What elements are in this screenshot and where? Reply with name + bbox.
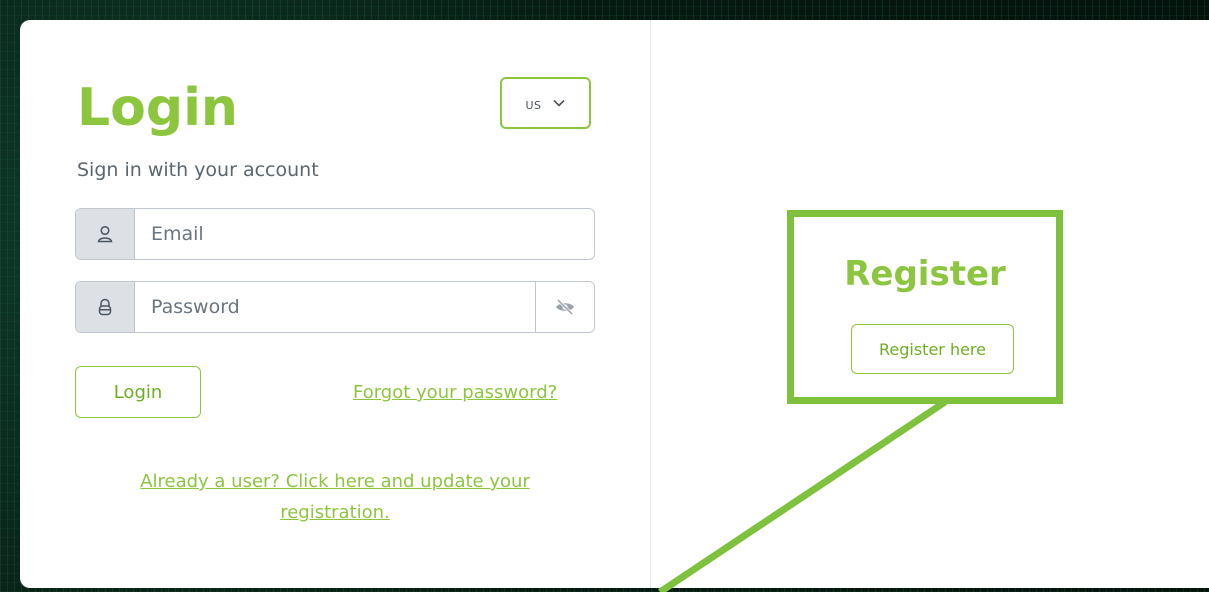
password-input[interactable] [135,282,535,332]
password-field-group [75,281,595,333]
password-addon [76,282,135,332]
register-title: Register [844,254,1006,294]
language-selected-value: US [525,93,542,113]
login-panel: Login US Sign in with your account [20,20,651,588]
register-highlight-box: Register Register here [787,210,1063,404]
user-icon [97,225,113,243]
email-addon [76,209,135,259]
update-registration-link[interactable]: Already a user? Click here and update yo… [90,466,580,528]
language-select[interactable]: US [500,77,591,129]
chevron-down-icon [552,99,565,107]
email-field-group [75,208,595,260]
eye-slash-icon [556,298,574,316]
register-button[interactable]: Register here [851,324,1014,374]
password-visibility-toggle[interactable] [535,282,594,332]
lock-icon [98,298,112,316]
email-input[interactable] [135,209,594,259]
forgot-password-link[interactable]: Forgot your password? [353,382,557,403]
page-title: Login [77,78,238,138]
page-background: Login US Sign in with your account [0,0,1209,592]
login-button[interactable]: Login [75,366,201,418]
login-subtitle: Sign in with your account [77,159,319,181]
